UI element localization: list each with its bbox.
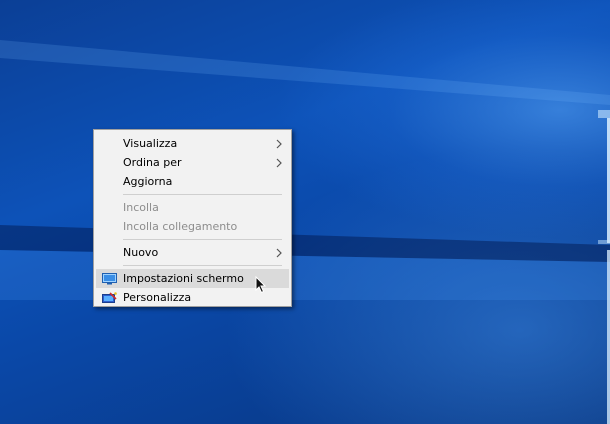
mouse-pointer-icon [255, 276, 267, 294]
menu-item-paste-link: Incolla collegamento [94, 217, 291, 236]
menu-item-sort-by-label: Ordina per [123, 156, 182, 169]
menu-item-view[interactable]: Visualizza [94, 134, 291, 153]
menu-item-paste-link-label: Incolla collegamento [123, 220, 238, 233]
menu-item-refresh-label: Aggiorna [123, 175, 173, 188]
menu-separator [123, 194, 282, 195]
menu-item-new[interactable]: Nuovo [94, 243, 291, 262]
menu-item-personalize-label: Personalizza [123, 291, 192, 304]
chevron-right-icon [276, 139, 282, 149]
menu-item-view-label: Visualizza [123, 137, 178, 150]
menu-separator [123, 239, 282, 240]
chevron-right-icon [276, 158, 282, 168]
menu-item-new-label: Nuovo [123, 246, 159, 259]
light-beam-decoration [0, 40, 610, 300]
menu-separator [123, 265, 282, 266]
desktop-background[interactable] [0, 0, 610, 424]
menu-item-display-settings-label: Impostazioni schermo [123, 272, 244, 285]
windows-logo-decoration [598, 110, 610, 424]
menu-item-sort-by[interactable]: Ordina per [94, 153, 291, 172]
monitor-icon [102, 273, 117, 285]
chevron-right-icon [276, 248, 282, 258]
menu-item-paste-label: Incolla [123, 201, 159, 214]
menu-item-refresh[interactable]: Aggiorna [94, 172, 291, 191]
personalize-icon [102, 292, 117, 303]
menu-item-paste: Incolla [94, 198, 291, 217]
